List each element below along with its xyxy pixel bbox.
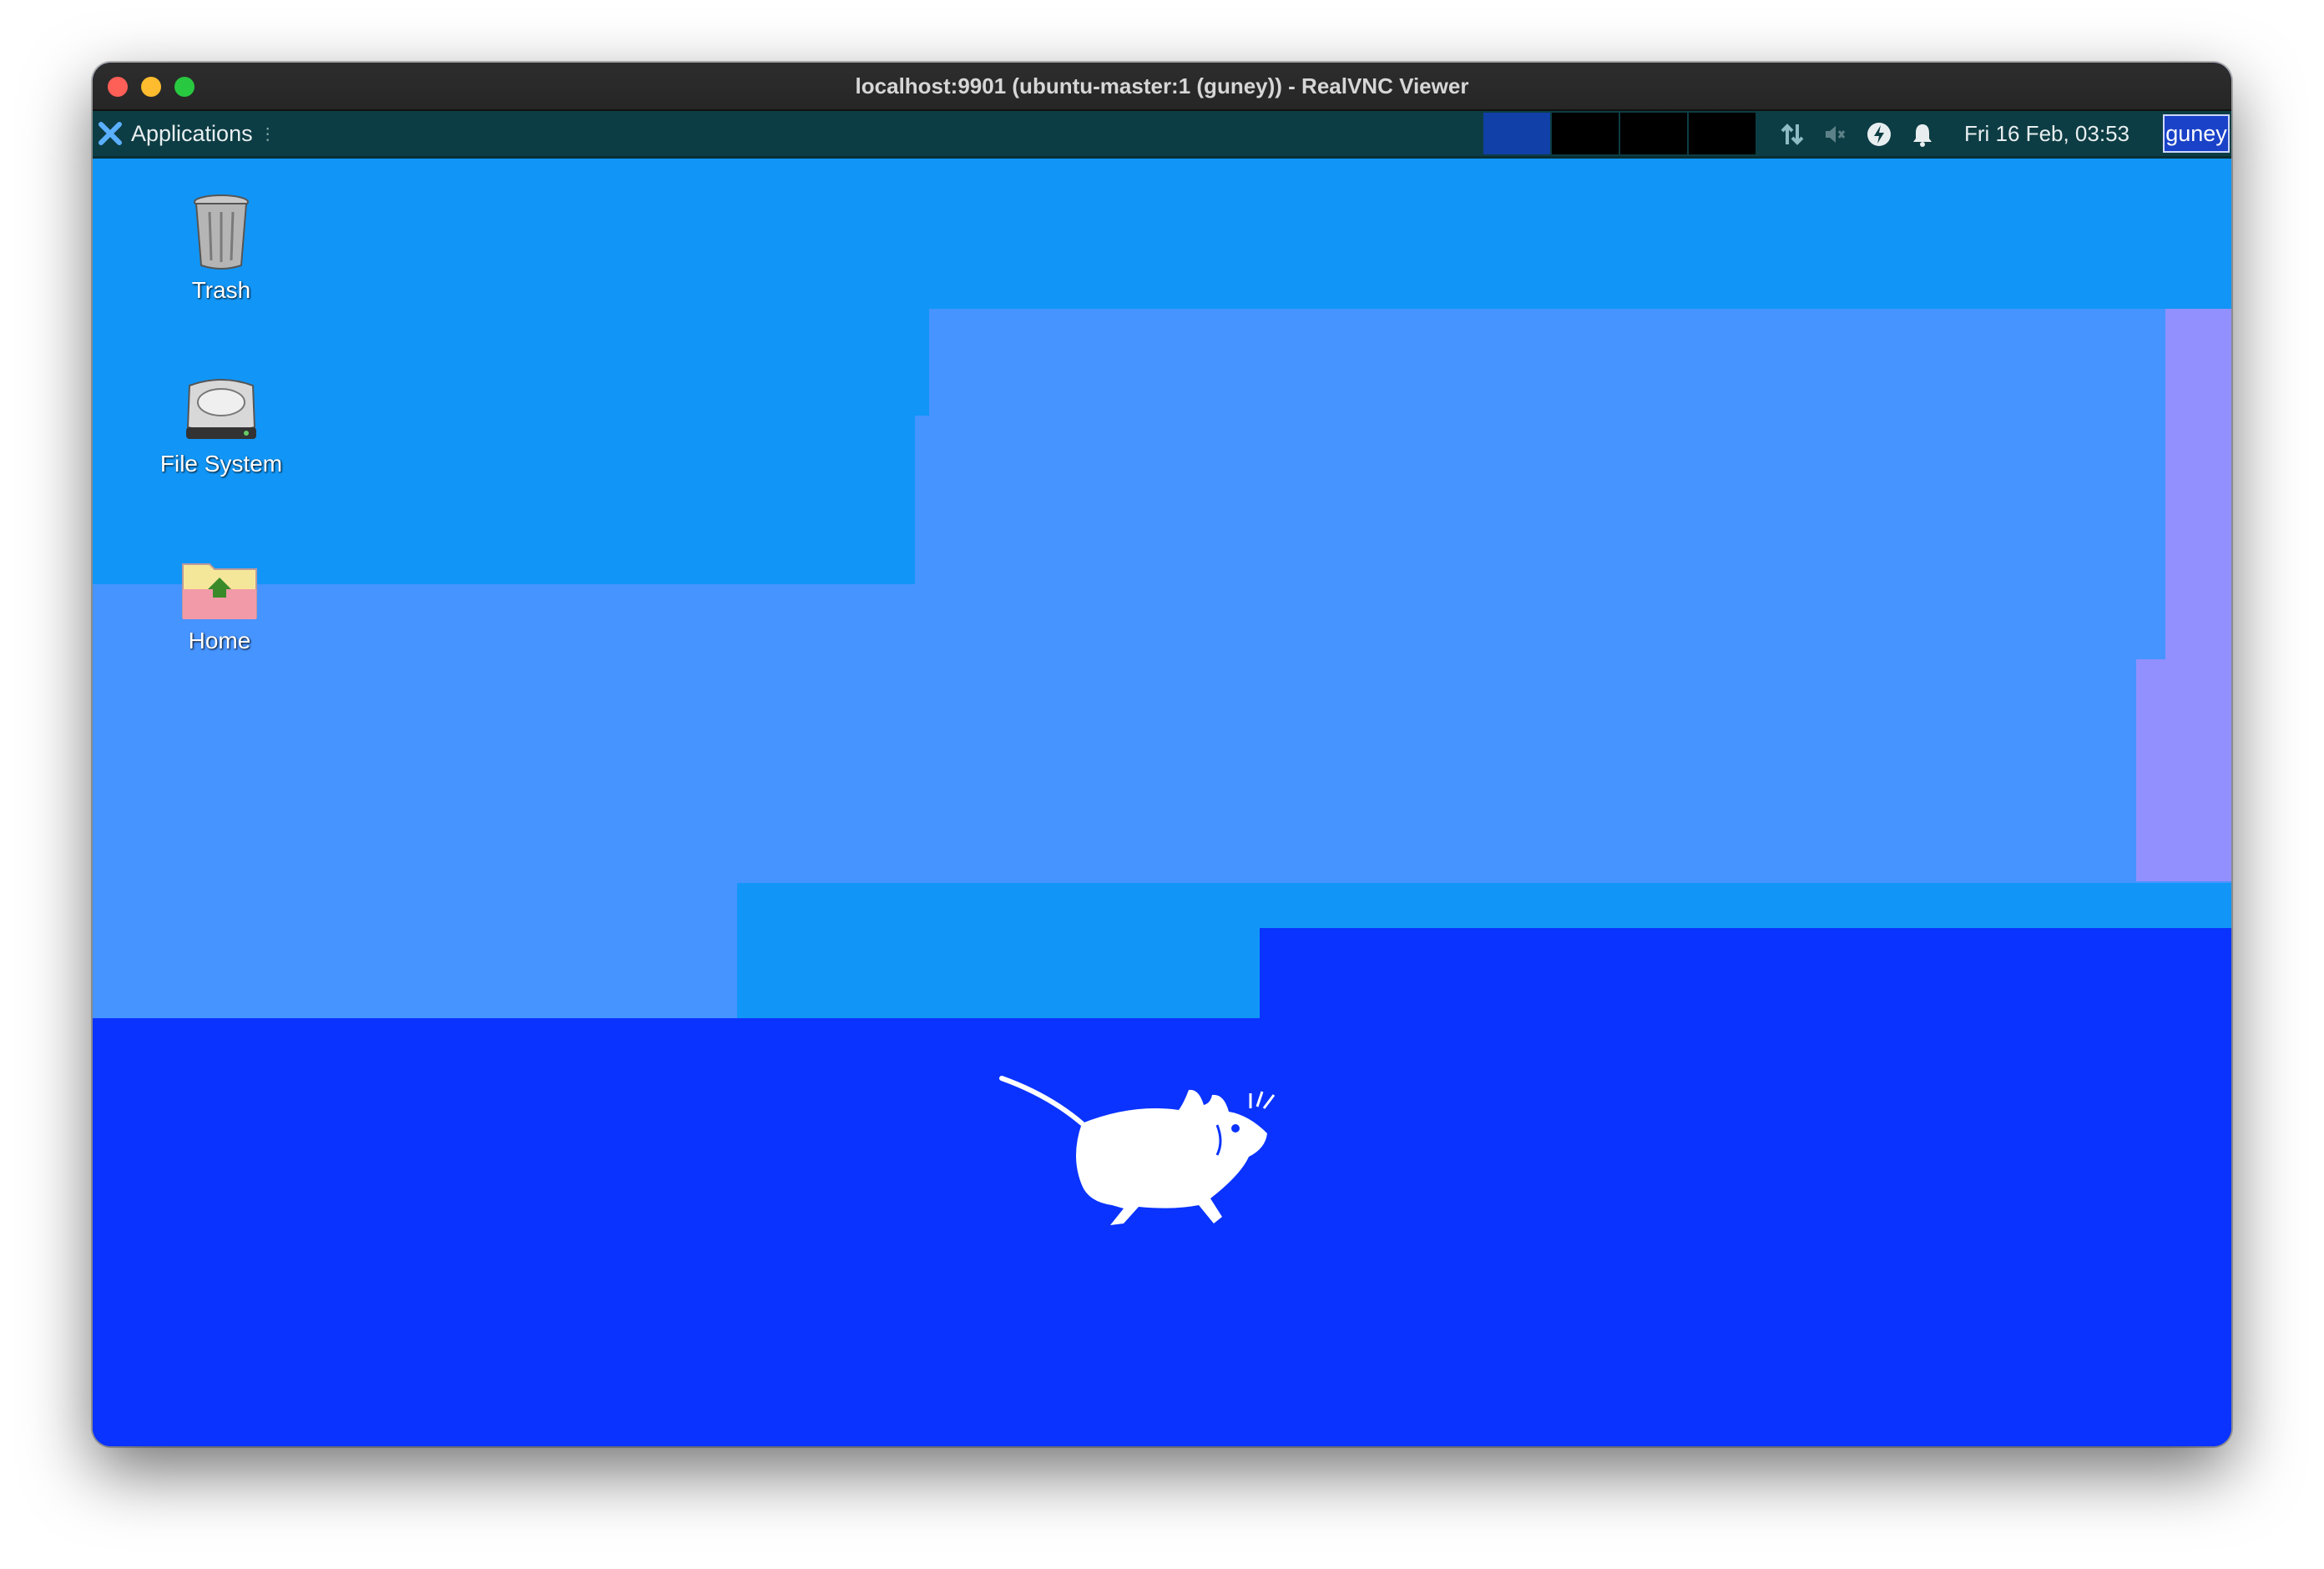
desktop-icon-trash[interactable]: Trash — [138, 194, 305, 304]
desktop-area[interactable]: Trash File System Home $ — [93, 159, 2231, 1446]
desktop-icon-label: Home — [188, 628, 251, 653]
wallpaper-lavender-step — [2136, 659, 2231, 881]
xfce-top-panel: Applications ⋮ Fri 16 Feb, 03:53 guney — [93, 111, 2231, 159]
panel-clock[interactable]: Fri 16 Feb, 03:53 — [1964, 111, 2129, 156]
workspace-2[interactable] — [1552, 113, 1619, 154]
desktop-icon-label: Trash — [191, 277, 251, 303]
notification-bell-icon[interactable] — [1909, 121, 1936, 148]
window-title: localhost:9901 (ubuntu-master:1 (guney))… — [855, 73, 1469, 98]
power-manager-icon[interactable] — [1866, 121, 1892, 148]
desktop-icon-file-system[interactable]: File System — [138, 377, 305, 477]
home-folder-icon — [182, 563, 257, 619]
trash-icon — [194, 194, 249, 270]
user-menu-button[interactable]: guney — [2163, 114, 2230, 153]
vnc-viewer-window: localhost:9901 (ubuntu-master:1 (guney))… — [93, 63, 2231, 1446]
workspace-4[interactable] — [1689, 113, 1756, 154]
applications-menu-button[interactable]: Applications ⋮ — [98, 111, 276, 156]
wallpaper-region-right — [929, 309, 2231, 883]
workspace-1[interactable] — [1483, 113, 1550, 154]
desktop-icon-home[interactable]: Home — [136, 557, 303, 654]
network-icon[interactable] — [1779, 121, 1806, 148]
desktop-icon-label: File System — [159, 451, 283, 477]
workspace-3[interactable] — [1620, 113, 1687, 154]
xfce-mouse-logo-icon — [999, 1076, 1276, 1225]
applications-menu-label: Applications — [131, 120, 253, 146]
panel-handle-icon: ⋮ — [259, 124, 276, 144]
hard-drive-icon — [186, 379, 256, 439]
window-titlebar[interactable]: localhost:9901 (ubuntu-master:1 (guney))… — [93, 63, 2231, 111]
volume-muted-icon[interactable] — [1821, 121, 1847, 148]
xfce-logo-icon — [99, 122, 122, 145]
